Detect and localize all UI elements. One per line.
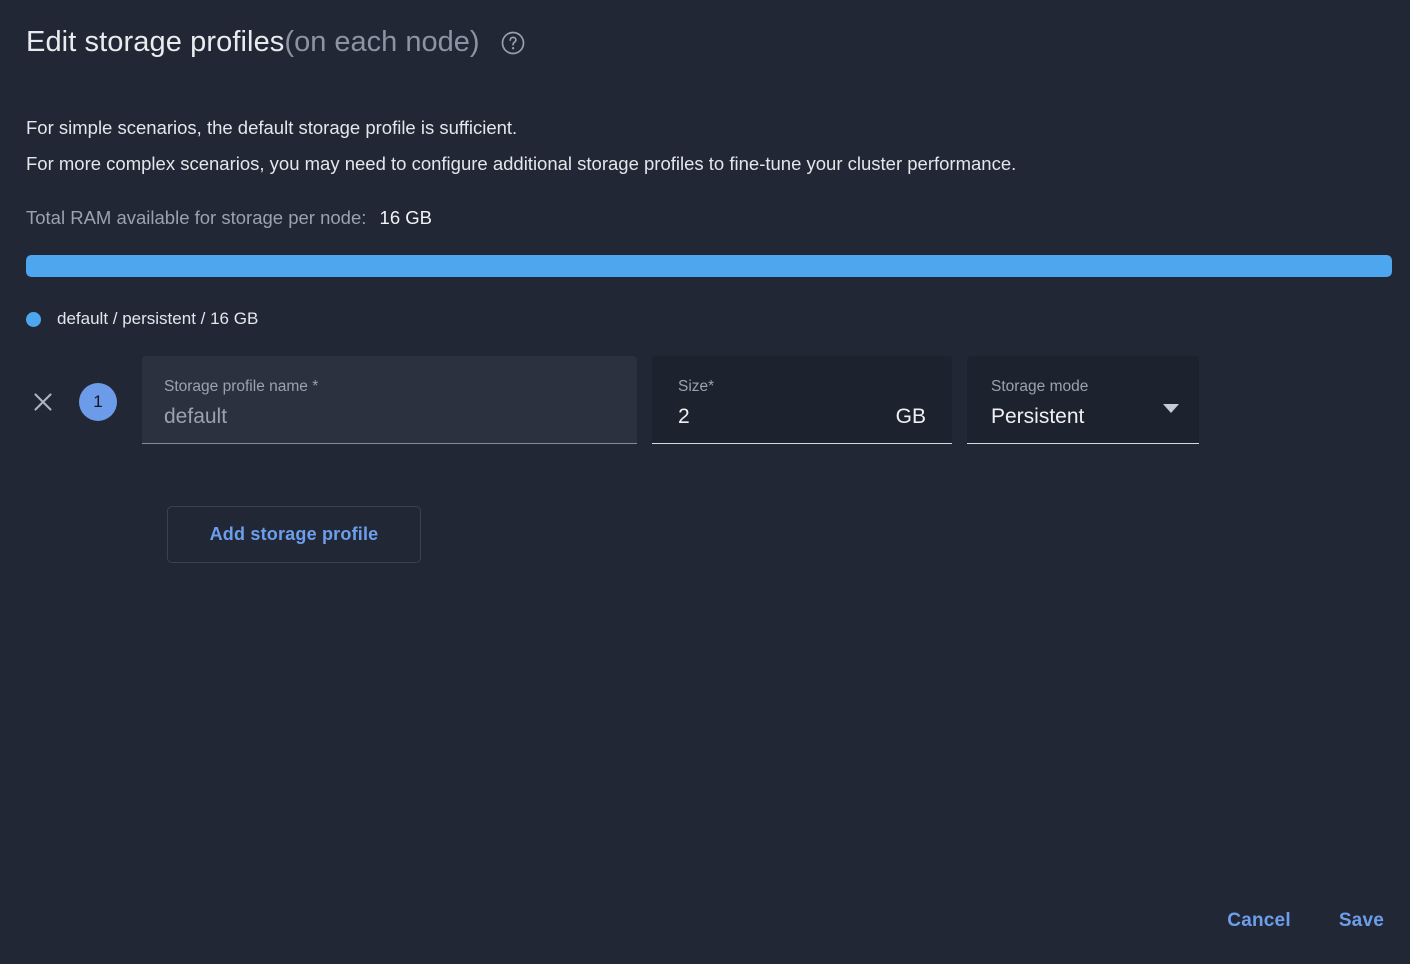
storage-mode-value: Persistent <box>991 405 1085 428</box>
total-ram-line: Total RAM available for storage per node… <box>26 205 432 231</box>
storage-profile-row: 1 Storage profile name * default Size* 2… <box>26 356 1199 448</box>
page-title-subtitle: (on each node) <box>284 26 480 58</box>
storage-mode-select[interactable]: Storage mode Persistent <box>967 356 1199 444</box>
dialog-footer: Cancel Save <box>1225 906 1386 936</box>
save-button[interactable]: Save <box>1337 906 1386 936</box>
size-input[interactable]: Size* 2 GB <box>652 356 952 444</box>
profile-index-badge: 1 <box>79 383 117 421</box>
size-unit: GB <box>895 405 926 428</box>
storage-mode-label: Storage mode <box>991 378 1089 395</box>
storage-profile-name-label: Storage profile name * <box>164 378 319 395</box>
close-x-icon[interactable] <box>26 356 60 448</box>
profile-fields: Storage profile name * default Size* 2 G… <box>142 356 1199 444</box>
cancel-button[interactable]: Cancel <box>1225 906 1293 936</box>
description-text: For simple scenarios, the default storag… <box>26 110 1016 182</box>
storage-usage-bar <box>26 255 1392 277</box>
storage-usage-bar-fill <box>26 255 1392 277</box>
storage-legend: default / persistent / 16 GB <box>26 309 258 329</box>
size-value: 2 <box>678 405 690 428</box>
help-circle-icon[interactable] <box>500 30 526 56</box>
description-line-2: For more complex scenarios, you may need… <box>26 153 1017 174</box>
legend-color-dot <box>26 311 41 327</box>
storage-profile-name-value: default <box>164 405 228 428</box>
page-title-main: Edit storage profiles <box>26 26 285 58</box>
page-title: Edit storage profiles (on each node) <box>26 28 526 57</box>
description-line-1: For simple scenarios, the default storag… <box>26 117 518 138</box>
add-storage-profile-button[interactable]: Add storage profile <box>167 506 421 563</box>
legend-item-label: default / persistent / 16 GB <box>57 309 259 328</box>
storage-profile-name-input[interactable]: Storage profile name * default <box>142 356 637 444</box>
edit-storage-profiles-dialog: Edit storage profiles (on each node) For… <box>0 0 1410 964</box>
total-ram-label: Total RAM available for storage per node… <box>26 207 367 228</box>
chevron-down-icon[interactable] <box>1163 403 1179 413</box>
size-label: Size* <box>678 378 715 395</box>
total-ram-value: 16 GB <box>379 207 432 228</box>
